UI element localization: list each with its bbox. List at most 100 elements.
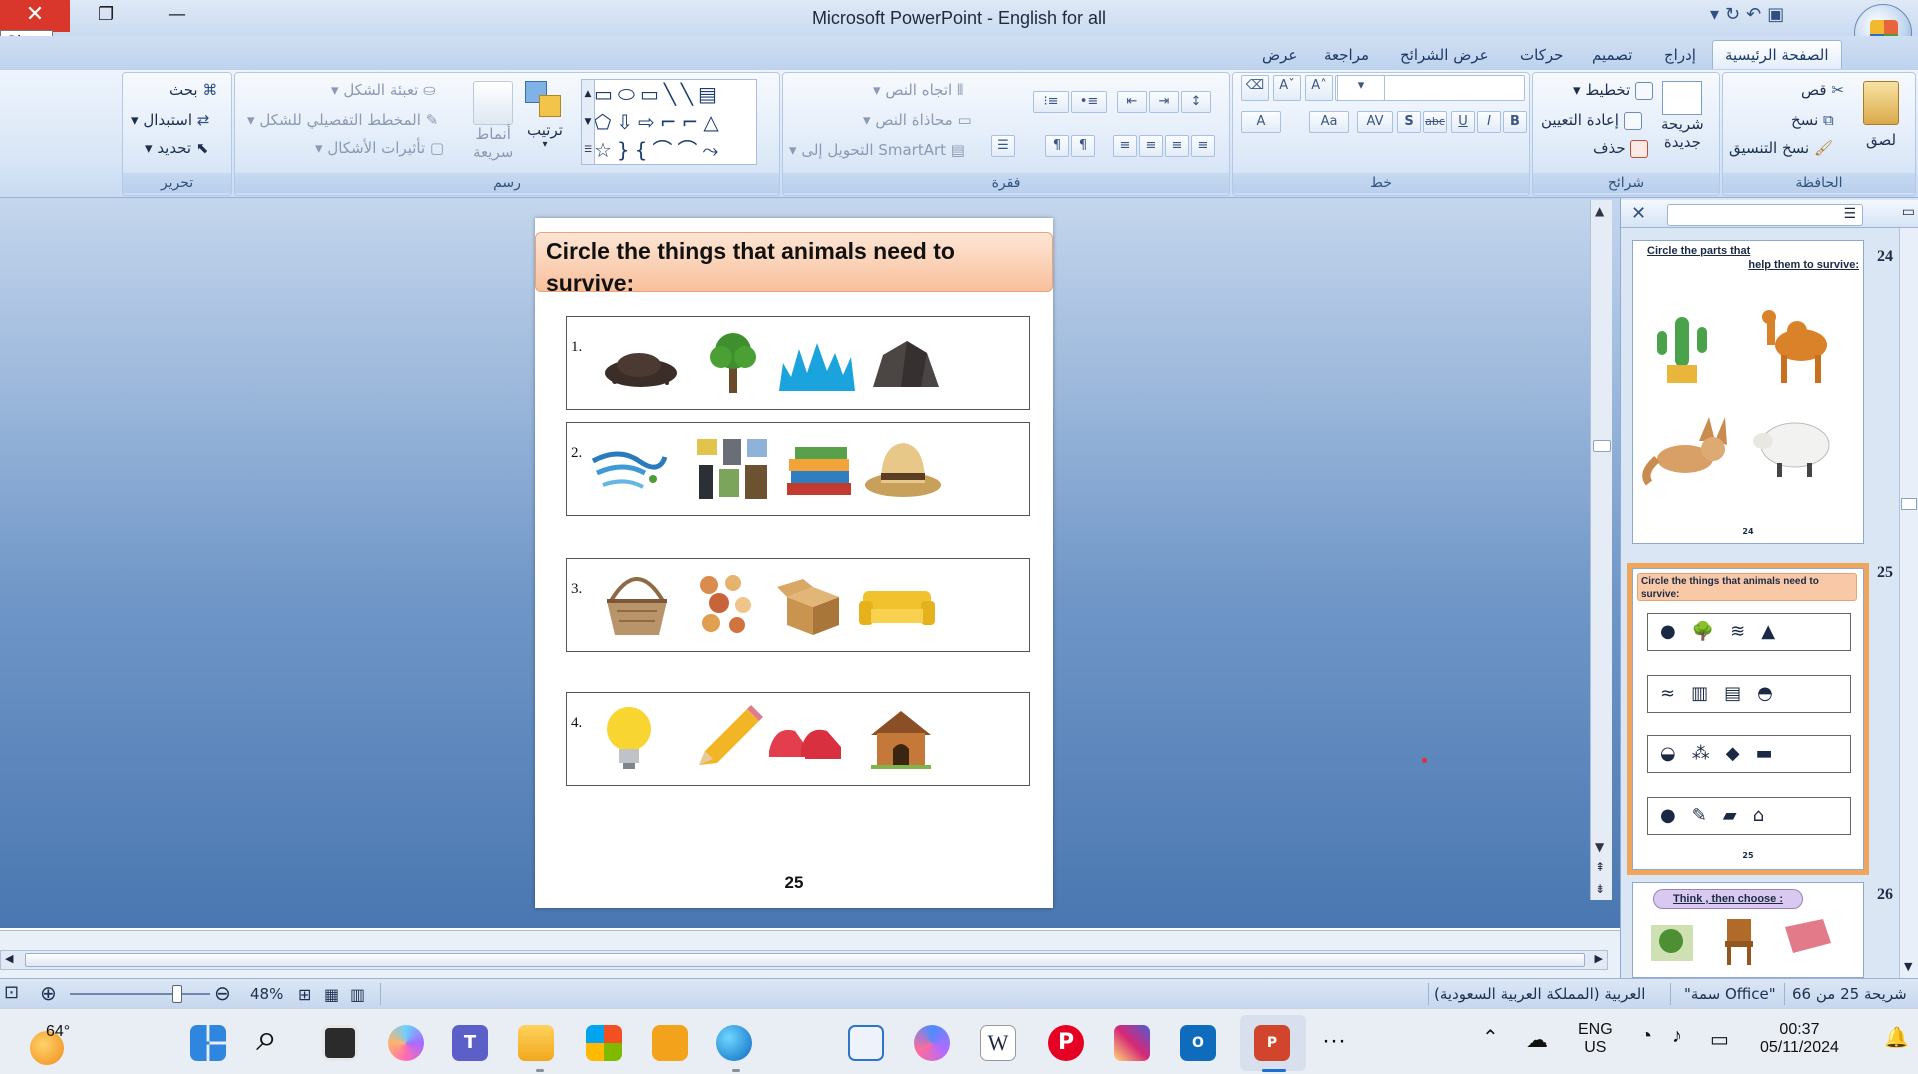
shape-effects-button[interactable]: ▾ تأثيرات الأشكال ▢ [315,139,444,157]
tab-animations[interactable]: حركات [1520,46,1563,64]
panel-scrollbar[interactable]: ▼ [1899,228,1918,978]
copy-button[interactable]: نسخ ⧉ [1791,111,1834,129]
wind-icon[interactable] [589,435,669,501]
slide-title[interactable]: Circle the things that animals need to s… [535,232,1053,296]
panel-scroll-down-icon[interactable]: ▼ [1904,960,1912,973]
change-case-button[interactable]: Aa [1309,111,1349,133]
columns-button[interactable]: ☰ [991,135,1015,157]
tab-view[interactable]: عرض [1262,46,1297,64]
outline-tab-icon[interactable]: ▭ [1902,204,1915,220]
question-box-4[interactable]: 4. [566,692,1030,786]
shapes-gallery-scroll[interactable]: ▲ ▼ ☰ [581,79,595,165]
arrange-button[interactable]: ترتيب ▾ [525,81,565,150]
wifi-icon[interactable]: ◔ [1640,1025,1652,1048]
doghouse-icon[interactable] [861,705,941,771]
clear-format-button[interactable]: ⌫ [1241,75,1269,101]
cut-button[interactable]: قص ✂ [1801,81,1844,99]
increase-indent-button[interactable]: ⇥ [1149,91,1179,113]
tree-icon[interactable] [693,329,773,395]
basket-icon[interactable] [597,571,677,637]
powerpoint-icon[interactable]: P [1254,1025,1290,1061]
question-box-1[interactable]: 1. [566,316,1030,410]
zoom-level[interactable]: 48% [250,985,283,1003]
normal-view-icon[interactable]: ▥ [350,985,365,1004]
clock[interactable]: 00:37 05/11/2024 [1760,1021,1839,1057]
zoom-out-icon[interactable]: ⊖ [214,981,231,1005]
slide-canvas[interactable]: Circle the things that animals need to s… [535,218,1053,908]
pinterest-icon[interactable]: P [1048,1025,1084,1061]
copilot-app-icon[interactable] [914,1025,950,1061]
cloud-icon[interactable]: ☁ [1526,1027,1548,1053]
shadow-button[interactable]: S [1397,111,1421,133]
close-icon[interactable]: ✕ [1631,203,1646,224]
slide-thumbnail-24[interactable]: Circle the parts that help them to survi… [1632,240,1864,544]
close-button[interactable]: ✕ [0,0,70,32]
fit-window-icon[interactable]: ⊡ [4,982,19,1003]
layout-button[interactable]: ▾ تخطيط [1573,81,1654,100]
convert-smartart-button[interactable]: ▾ التحويل إلى SmartArt ▤ [789,141,965,159]
bullets-button[interactable]: •≡ [1071,91,1107,113]
align-right-button[interactable]: ≡ [1113,135,1137,157]
panel-scroll-thumb[interactable] [1901,498,1917,510]
quick-styles-button[interactable]: أنماط سريعة [473,81,513,161]
align-text-button[interactable]: ▾ محاذاة النص ▭ [863,111,972,129]
chevron-up-icon[interactable]: ⌃ [1482,1025,1499,1050]
instagram-icon[interactable] [1114,1025,1150,1061]
rock-icon[interactable] [865,329,945,395]
battery-icon[interactable]: ▭ [1710,1027,1729,1052]
italic-button[interactable]: I [1477,111,1501,133]
save-icon[interactable]: ▣ [1767,4,1790,25]
question-box-3[interactable]: 3. [566,558,1030,652]
start-icon[interactable] [190,1025,226,1061]
zoom-slider-knob[interactable] [172,985,182,1003]
search-icon[interactable]: ⌕ [256,1017,277,1060]
slide-vertical-scrollbar[interactable]: ▲ ▼ ⇞ ⇟ [1590,200,1612,900]
scroll-left-icon[interactable]: ◀ [5,952,13,965]
next-slide-icon[interactable]: ⇟ [1595,882,1605,896]
tab-design[interactable]: تصميم [1592,46,1632,64]
language-status[interactable]: العربية (المملكة العربية السعودية) [1434,985,1645,1003]
wikipedia-icon[interactable]: W [980,1025,1016,1061]
rtl-button[interactable]: ¶ [1045,135,1069,157]
paste-button[interactable]: لصق [1863,81,1899,149]
outlook-icon[interactable]: O [1180,1025,1216,1061]
app-icon[interactable] [652,1025,688,1061]
more-apps-icon[interactable]: ··· [1322,1027,1346,1055]
lightbulb-icon[interactable] [589,705,669,771]
previous-slide-icon[interactable]: ⇞ [1595,860,1605,874]
shapes-gallery[interactable]: ▭⬭▭╲╲▤ ⬠⇩⇨⌐⌐△ ☆}{⌒⌒⤳ [587,79,757,165]
edge-icon[interactable] [716,1025,752,1061]
scroll-thumb[interactable] [1593,440,1611,452]
strikethrough-button[interactable]: abc [1423,111,1447,133]
delete-slide-button[interactable]: حذف [1593,139,1649,158]
shrink-font-button[interactable]: Aˇ [1273,75,1301,101]
minimize-icon[interactable]: — [168,4,186,25]
undo-icon[interactable]: ↶ [1746,4,1767,25]
underline-button[interactable]: U [1451,111,1475,133]
find-button[interactable]: بحث ⌘ [169,81,217,99]
reset-button[interactable]: إعادة التعيين [1541,111,1642,130]
slide-workspace[interactable]: Circle the things that animals need to s… [0,198,1620,928]
grow-font-button[interactable]: A˄ [1305,75,1333,101]
pencil-icon[interactable] [689,705,769,771]
teams-icon[interactable]: T [452,1025,488,1061]
redo-icon[interactable]: ↻ [1725,4,1746,25]
zoom-slider[interactable] [70,993,210,995]
select-button[interactable]: ▾ تحديد ⬉ [145,139,208,157]
scroll-up-icon[interactable]: ▲ [1595,204,1604,218]
books-icon[interactable] [779,435,859,501]
panel-tab-slides[interactable]: ☰ [1667,204,1863,226]
new-slide-button[interactable]: شريحة جديدة [1661,81,1704,151]
tab-review[interactable]: مراجعة [1324,46,1369,64]
horizontal-scrollbar[interactable]: ◀ ▶ [0,950,1608,970]
question-box-2[interactable]: 2. [566,422,1030,516]
keyboard-language[interactable]: ENG US [1578,1021,1613,1057]
box-icon[interactable] [773,571,853,637]
store-icon[interactable] [586,1025,622,1061]
file-explorer-icon[interactable] [518,1025,554,1061]
zoom-in-icon[interactable]: ⊕ [40,981,57,1005]
water-icon[interactable] [777,329,857,395]
volume-icon[interactable]: ♪ [1672,1025,1682,1048]
numbering-button[interactable]: ⁝≡ [1033,91,1069,113]
epub-icon[interactable] [848,1025,884,1061]
